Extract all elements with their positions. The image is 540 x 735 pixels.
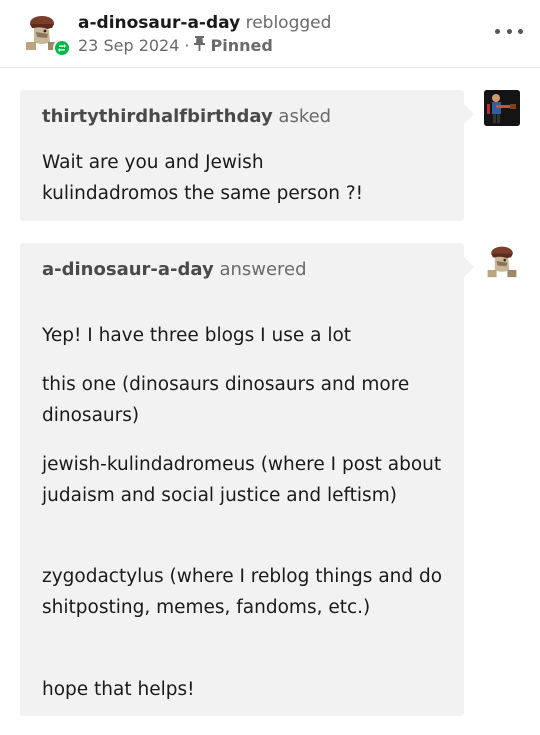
answerer-name-link[interactable]: a-dinosaur-a-day (42, 259, 214, 280)
asker-avatar[interactable] (484, 90, 520, 126)
answer-paragraph: hope that helps! (42, 679, 195, 700)
blog-avatar[interactable] (22, 12, 71, 57)
more-dot (518, 28, 523, 34)
question-line-1: Wait are you and Jewish (42, 152, 264, 173)
answer-paragraph: zygodactylus (where I reblog things and … (42, 566, 443, 618)
ask-header: thirtythirdhalfbirthday asked (42, 104, 331, 130)
asker-name-link[interactable]: thirtythirdhalfbirthday (42, 106, 273, 127)
more-options-button[interactable] (495, 24, 523, 38)
header-text: a-dinosaur-a-day reblogged 23 Sep 2024 ·… (78, 11, 331, 57)
pin-icon (193, 35, 205, 57)
reblog-line: a-dinosaur-a-day reblogged (78, 11, 331, 35)
reblogged-label: reblogged (245, 13, 332, 33)
post-header: a-dinosaur-a-day reblogged 23 Sep 2024 ·… (0, 0, 540, 68)
answer-paragraph: this one (dinosaurs dinosaurs and more d… (42, 374, 410, 426)
answer-paragraph: Yep! I have three blogs I use a lot (42, 325, 352, 346)
answered-label: answered (219, 259, 307, 280)
answer-bubble: a-dinosaur-a-day answered Yep! I have th… (20, 243, 474, 716)
answer-paragraph: jewish-kulindadromeus (where I post abou… (42, 454, 442, 506)
asked-label: asked (278, 106, 332, 127)
blog-name-link[interactable]: a-dinosaur-a-day (78, 13, 240, 33)
post-meta: 23 Sep 2024 · Pinned (78, 35, 331, 57)
answer-header: a-dinosaur-a-day answered (42, 257, 307, 283)
guitarist-avatar-icon (484, 90, 520, 126)
more-options-icon (495, 28, 500, 34)
post-date[interactable]: 23 Sep 2024 (78, 35, 179, 57)
question-line-2: kulindadromos the same person ?! (42, 183, 364, 204)
reblog-icon (53, 39, 71, 57)
pinned-label: Pinned (210, 36, 273, 55)
answerer-avatar[interactable] (484, 243, 520, 279)
ask-bubble: thirtythirdhalfbirthday asked Wait are y… (20, 90, 474, 221)
dinosaur-avatar-small-icon (487, 246, 517, 278)
more-dot (506, 28, 512, 34)
meta-separator: · (184, 36, 190, 55)
